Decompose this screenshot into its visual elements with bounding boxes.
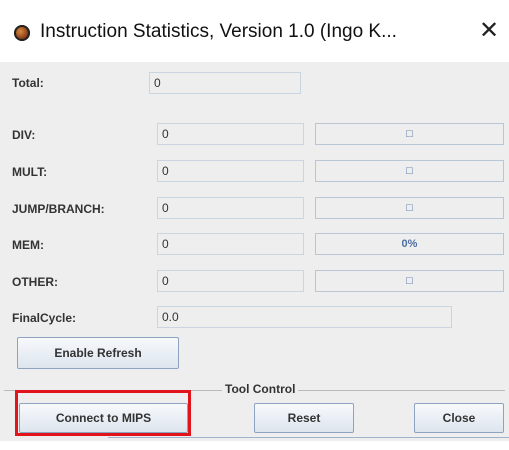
app-icon xyxy=(14,25,30,41)
connect-to-mips-button[interactable]: Connect to MIPS xyxy=(19,403,188,433)
bottom-divider xyxy=(108,437,509,438)
mult-progress-bar: □ xyxy=(315,160,504,182)
jump-branch-field: 0 xyxy=(157,197,304,219)
close-button[interactable]: Close xyxy=(414,403,504,433)
total-label: Total: xyxy=(12,76,44,90)
mem-label: MEM: xyxy=(12,238,44,252)
other-field: 0 xyxy=(157,270,304,292)
mult-label: MULT: xyxy=(12,165,48,179)
jump-branch-progress-bar: □ xyxy=(315,197,504,219)
final-cycle-label: FinalCycle: xyxy=(12,311,77,325)
other-progress-bar: □ xyxy=(315,270,504,292)
div-label: DIV: xyxy=(12,128,36,142)
statistics-panel: Total: 0 DIV: 0 □ MULT: 0 □ JUMP/BRANCH:… xyxy=(0,62,509,441)
jump-branch-label: JUMP/BRANCH: xyxy=(12,202,105,216)
close-window-icon[interactable]: ✕ xyxy=(477,18,501,44)
total-field: 0 xyxy=(149,72,301,94)
mem-field: 0 xyxy=(157,233,304,255)
reset-button[interactable]: Reset xyxy=(254,403,354,433)
window-titlebar: Instruction Statistics, Version 1.0 (Ing… xyxy=(0,0,509,62)
final-cycle-field: 0.0 xyxy=(157,306,452,328)
window-title: Instruction Statistics, Version 1.0 (Ing… xyxy=(40,21,397,42)
mem-progress-bar: 0% xyxy=(315,233,504,255)
other-label: OTHER: xyxy=(12,275,58,289)
enable-refresh-button[interactable]: Enable Refresh xyxy=(17,337,179,369)
div-field: 0 xyxy=(157,123,304,145)
mult-field: 0 xyxy=(157,160,304,182)
tool-control-title: Tool Control xyxy=(222,382,299,396)
div-progress-bar: □ xyxy=(315,123,504,145)
